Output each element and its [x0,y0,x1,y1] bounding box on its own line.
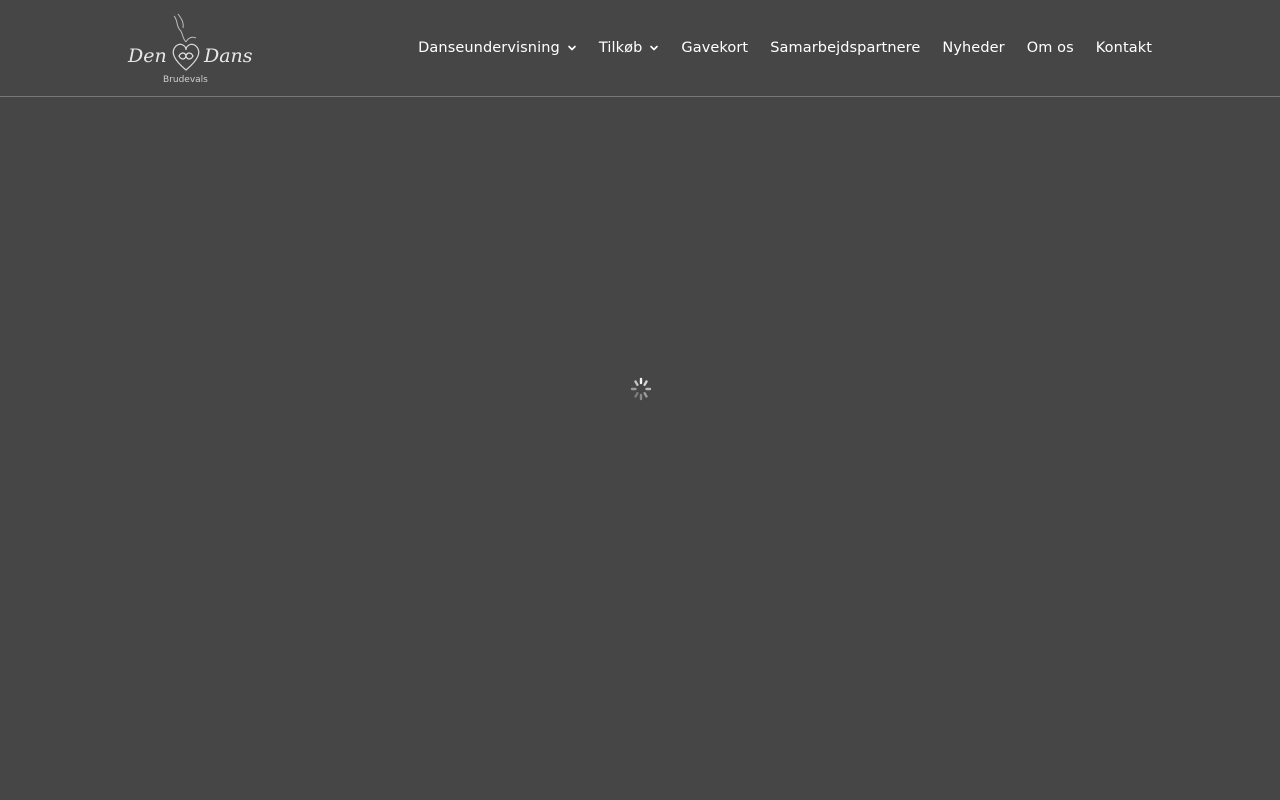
nav-item-label: Tilkøb [598,40,643,56]
nav-item-label: Nyheder [942,40,1005,56]
nav-item-kontakt[interactable]: Kontakt [1096,40,1152,56]
nav-item-label: Gavekort [681,40,749,56]
nav-item-tilkob[interactable]: Tilkøb [599,40,660,56]
loading-spinner-icon [629,377,653,401]
site-logo[interactable]: Den Dans Brudevals [126,12,254,86]
nav-item-label: Kontakt [1095,40,1152,56]
nav-item-nyheder[interactable]: Nyheder [942,40,1004,56]
site-header: Den Dans Brudevals Danseundervisning Til… [0,0,1280,97]
nav-item-danseundervisning[interactable]: Danseundervisning [418,40,577,56]
nav-item-om-os[interactable]: Om os [1027,40,1074,56]
nav-item-label: Samarbejdspartnere [770,40,921,56]
page: Den Dans Brudevals Danseundervisning Til… [0,0,1280,800]
logo-subtitle: Brudevals [163,75,208,85]
nav-item-label: Danseundervisning [418,40,560,56]
main-navigation: Danseundervisning Tilkøb Gavekort Samarb… [418,0,1152,96]
logo-mark: Den Dans Brudevals [127,13,253,85]
nav-item-samarbejdspartnere[interactable]: Samarbejdspartnere [770,40,920,56]
chevron-down-icon [567,43,577,53]
nav-item-label: Om os [1026,40,1074,56]
chevron-down-icon [649,43,659,53]
logo-word-left: Den [127,45,167,67]
logo-word-right: Dans [203,45,253,67]
nav-item-gavekort[interactable]: Gavekort [681,40,748,56]
